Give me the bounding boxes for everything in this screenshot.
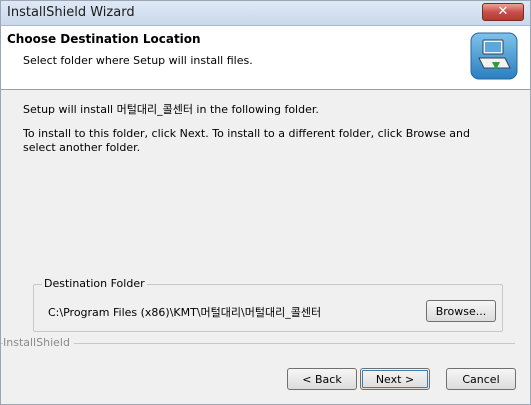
footer-divider xyxy=(1,343,515,344)
wizard-header: Choose Destination Location Select folde… xyxy=(1,26,530,90)
page-title: Choose Destination Location xyxy=(7,32,201,46)
destination-folder-label: Destination Folder xyxy=(42,277,147,290)
cancel-button[interactable]: Cancel xyxy=(446,368,516,390)
browse-button[interactable]: Browse... xyxy=(426,300,496,322)
back-button[interactable]: < Back xyxy=(287,368,357,390)
window-title: InstallShield Wizard xyxy=(7,5,135,20)
page-subtitle: Select folder where Setup will install f… xyxy=(23,54,253,67)
destination-path: C:\Program Files (x86)\KMT\머털대리\머털대리_콜센터 xyxy=(48,306,322,319)
install-instructions-text: To install to this folder, click Next. T… xyxy=(23,127,470,154)
installshield-wizard-window: InstallShield Wizard ✕ Choose Destinatio… xyxy=(0,0,531,405)
title-bar[interactable]: InstallShield Wizard ✕ xyxy=(1,1,530,26)
close-icon: ✕ xyxy=(497,4,509,19)
brand-label: InstallShield xyxy=(3,336,74,349)
computer-install-icon xyxy=(470,32,518,80)
close-button[interactable]: ✕ xyxy=(482,3,524,21)
install-info-text: Setup will install 머털대리_콜센터 in the follo… xyxy=(23,103,319,116)
next-button[interactable]: Next > xyxy=(360,368,430,390)
